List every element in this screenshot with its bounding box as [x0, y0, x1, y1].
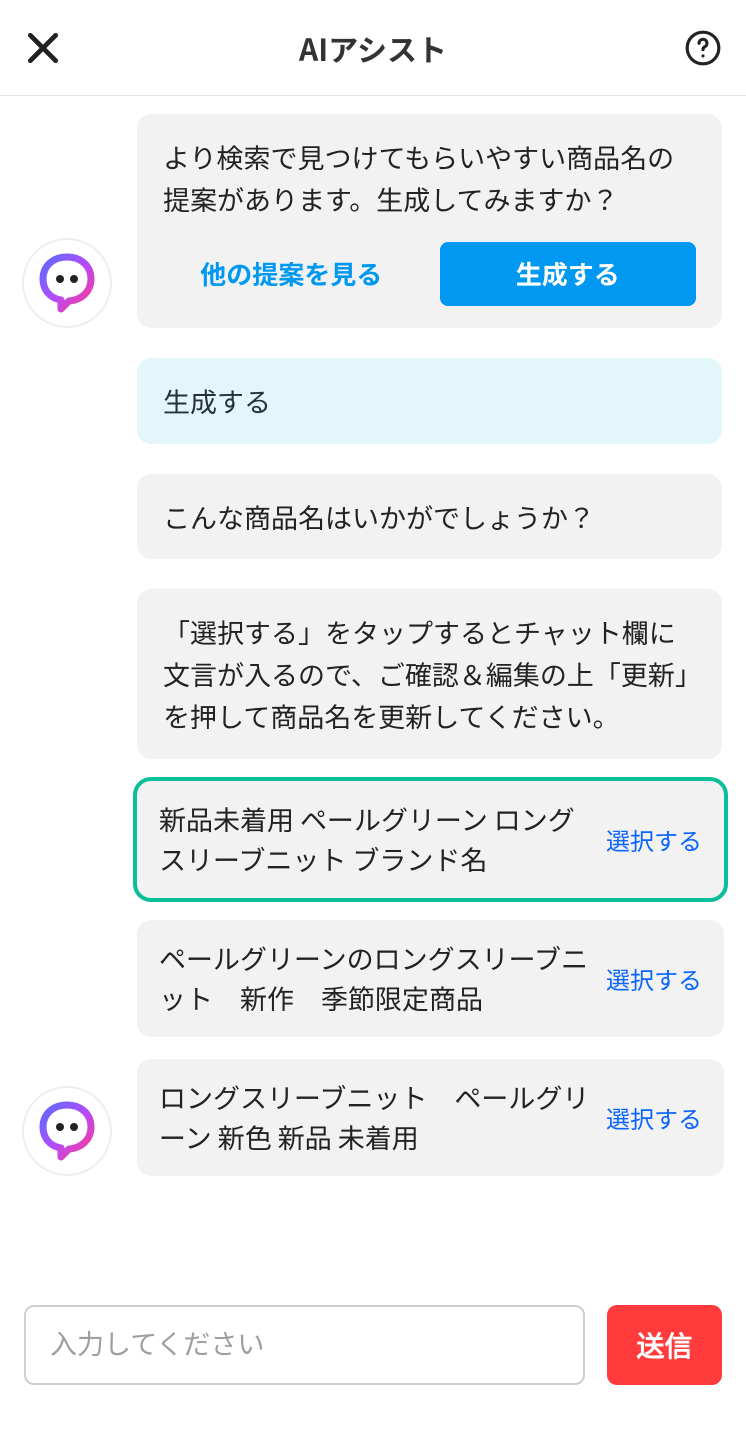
- user-message-row: 生成する: [22, 358, 724, 444]
- assistant-instructions-row: 「選択する」をタップするとチャット欄に文言が入るので、ご確認＆編集の上「更新」を…: [22, 589, 724, 759]
- send-button[interactable]: 送信: [607, 1305, 722, 1385]
- assistant-message-row: より検索で見つけてもらいやすい商品名の提案があります。生成してみますか？ 他の提…: [22, 114, 724, 328]
- user-bubble: 生成する: [137, 358, 722, 444]
- assistant-followup-row: こんな商品名はいかがでしょうか？: [22, 474, 724, 560]
- suggestion-item: 新品未着用 ペールグリーン ロングスリーブニット ブランド名 選択する: [137, 781, 724, 898]
- close-icon[interactable]: [24, 29, 62, 67]
- assistant-followup-bubble: こんな商品名はいかがでしょうか？: [137, 474, 722, 560]
- page-title: AIアシスト: [62, 26, 684, 70]
- suggestion-text: ペールグリーンのロングスリーブニット 新作 季節限定商品: [159, 938, 592, 1019]
- message-input[interactable]: [24, 1305, 585, 1385]
- suggestion-item: ペールグリーンのロングスリーブニット 新作 季節限定商品 選択する: [137, 920, 724, 1037]
- select-link[interactable]: 選択する: [606, 822, 702, 857]
- assistant-bubble: より検索で見つけてもらいやすい商品名の提案があります。生成してみますか？ 他の提…: [137, 114, 722, 328]
- suggestion-row-with-avatar: ロングスリーブニット ペールグリーン 新色 新品 未着用 選択する: [22, 1059, 724, 1176]
- assistant-avatar: [22, 238, 112, 328]
- chat-area: より検索で見つけてもらいやすい商品名の提案があります。生成してみますか？ 他の提…: [0, 96, 746, 1275]
- select-link[interactable]: 選択する: [606, 1100, 702, 1135]
- other-suggestions-button[interactable]: 他の提案を見る: [163, 242, 420, 306]
- generate-button[interactable]: 生成する: [440, 242, 697, 306]
- help-icon[interactable]: [684, 29, 722, 67]
- input-bar: 送信: [0, 1275, 746, 1430]
- assistant-avatar: [22, 1086, 112, 1176]
- suggestion-item: ロングスリーブニット ペールグリーン 新色 新品 未着用 選択する: [137, 1059, 724, 1176]
- suggestion-text: ロングスリーブニット ペールグリーン 新色 新品 未着用: [159, 1077, 592, 1158]
- select-link[interactable]: 選択する: [606, 961, 702, 996]
- header: AIアシスト: [0, 0, 746, 96]
- assistant-instructions-bubble: 「選択する」をタップするとチャット欄に文言が入るので、ご確認＆編集の上「更新」を…: [137, 589, 722, 759]
- assistant-prompt-text: より検索で見つけてもらいやすい商品名の提案があります。生成してみますか？: [163, 136, 696, 220]
- suggestion-text: 新品未着用 ペールグリーン ロングスリーブニット ブランド名: [159, 799, 592, 880]
